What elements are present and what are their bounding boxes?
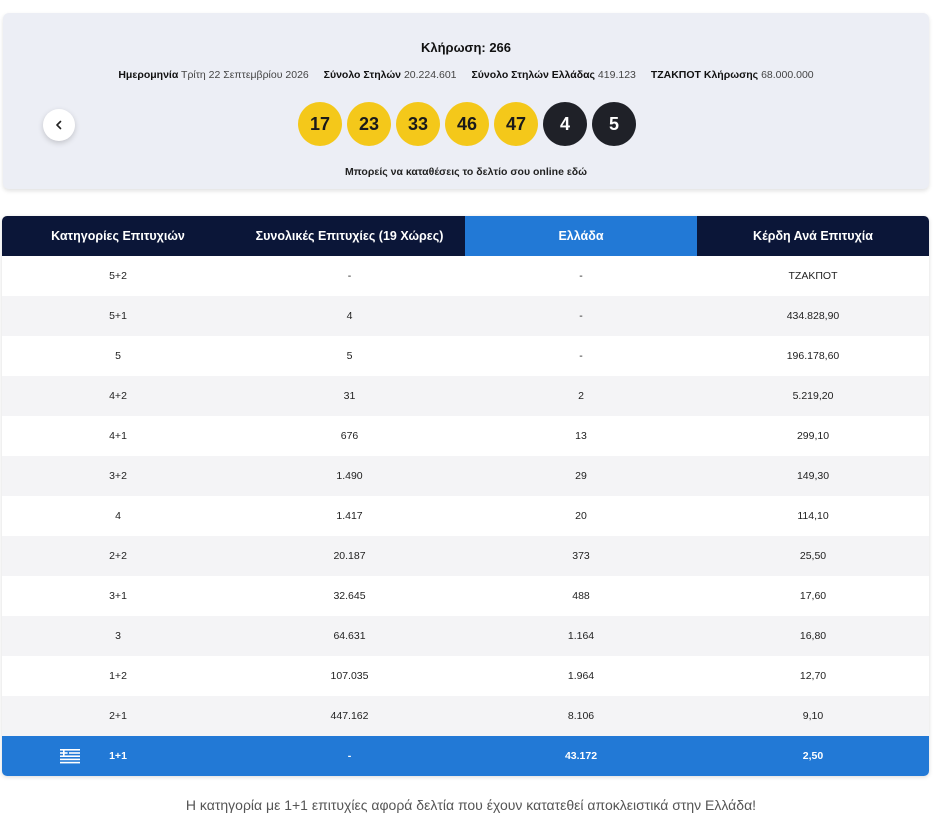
- table-row: 1+2 107.035 1.964 12,70: [2, 656, 929, 696]
- table-row: 2+2 20.187 373 25,50: [2, 536, 929, 576]
- cell-category: 5+1: [109, 310, 127, 322]
- cell-category: 3+1: [109, 590, 127, 602]
- cell-prize: 2,50: [802, 750, 824, 762]
- cell-prize: 25,50: [799, 550, 827, 562]
- cell-category: 5+2: [109, 270, 127, 282]
- star-number-ball: 5: [592, 102, 636, 146]
- cell-category: 2+2: [109, 550, 127, 562]
- main-number-ball: 33: [396, 102, 440, 146]
- cell-category: 4: [115, 510, 121, 522]
- cell-prize: ΤΖΑΚΠΟΤ: [788, 270, 838, 282]
- table-row: 2+1 447.162 8.106 9,10: [2, 696, 929, 736]
- cell-prize: 9,10: [802, 710, 824, 722]
- cell-prize: 114,10: [797, 510, 829, 522]
- chevron-left-icon: [56, 120, 62, 130]
- online-bet-link[interactable]: Μπορείς να καταθέσεις το δελτίο σου onli…: [3, 166, 929, 178]
- results-table: Κατηγορίες Επιτυχιών Συνολικές Επιτυχίες…: [2, 216, 929, 776]
- cell-total: 107.035: [330, 670, 369, 682]
- cell-greece: 8.106: [567, 710, 595, 722]
- table-row: 4+1 676 13 299,10: [2, 416, 929, 456]
- draw-card: Κλήρωση: 266 Ημερομηνία Τρίτη 22 Σεπτεμβ…: [3, 13, 929, 189]
- cell-category: 4+1: [109, 430, 127, 442]
- cell-total: 676: [340, 430, 359, 442]
- cell-prize: 299,10: [796, 430, 830, 442]
- meta-greece-columns: Σύνολο Στηλών Ελλάδας 419.123: [471, 69, 636, 81]
- greece-only-row: 1+1 - 43.172 2,50: [2, 736, 929, 776]
- cell-category: 1+1: [109, 750, 127, 762]
- cell-prize: 149,30: [796, 470, 830, 482]
- cell-total: 20.187: [333, 550, 366, 562]
- meta-jackpot: ΤΖΑΚΠΟΤ Κλήρωσης 68.000.000: [650, 69, 814, 81]
- cell-greece: -: [579, 270, 583, 282]
- cell-greece: 1.164: [567, 630, 595, 642]
- cell-greece: 488: [572, 590, 590, 602]
- main-number-ball: 47: [494, 102, 538, 146]
- cell-total: 64.631: [333, 630, 366, 642]
- table-body: 5+2 - - ΤΖΑΚΠΟΤ 5+1 4 - 434.828,90 5 5 - 196.178,60…: [2, 256, 929, 736]
- table-row: 3 64.631 1.164 16,80: [2, 616, 929, 656]
- cell-total: -: [347, 270, 352, 282]
- cell-total: 447.162: [330, 710, 369, 722]
- table-row: 3+2 1.490 29 149,30: [2, 456, 929, 496]
- cell-total: 4: [346, 310, 353, 322]
- cell-greece: -: [579, 310, 583, 322]
- meta-total-columns: Σύνολο Στηλών 20.224.601: [323, 69, 457, 81]
- cell-prize: 196.178,60: [786, 350, 840, 362]
- meta-date: Ημερομηνία Τρίτη 22 Σεπτεμβρίου 2026: [118, 69, 309, 81]
- table-row: 5+1 4 - 434.828,90: [2, 296, 929, 336]
- cell-total: -: [347, 750, 352, 762]
- cell-greece: 29: [575, 470, 587, 482]
- table-row: 3+1 32.645 488 17,60: [2, 576, 929, 616]
- draw-meta: Ημερομηνία Τρίτη 22 Σεπτεμβρίου 2026 Σύν…: [3, 69, 929, 81]
- main-number-ball: 23: [347, 102, 391, 146]
- cell-total: 1.417: [336, 510, 363, 522]
- greek-flag-icon: [60, 749, 80, 764]
- header-total-winners: Συνολικές Επιτυχίες (19 Χώρες): [234, 216, 465, 256]
- cell-total: 31: [343, 390, 356, 402]
- cell-category: 2+1: [109, 710, 127, 722]
- table-row: 4+2 31 2 5.219,20: [2, 376, 929, 416]
- main-number-ball: 46: [445, 102, 489, 146]
- table-row: 5+2 - - ΤΖΑΚΠΟΤ: [2, 256, 929, 296]
- header-prize-per-winner: Κέρδη Ανά Επιτυχία: [697, 216, 929, 256]
- cell-category: 5: [115, 350, 121, 362]
- cell-greece: -: [579, 350, 583, 362]
- cell-prize: 434.828,90: [786, 310, 840, 322]
- star-number-ball: 4: [543, 102, 587, 146]
- winning-numbers: 17 23 33 46 47 4 5: [298, 102, 636, 146]
- cell-category: 1+2: [109, 670, 127, 682]
- cell-greece: 13: [575, 430, 587, 442]
- cell-prize: 5.219,20: [792, 390, 834, 402]
- cell-greece: 373: [572, 550, 590, 562]
- cell-greece: 1.964: [567, 670, 595, 682]
- draw-title: Κλήρωση: 266: [420, 40, 512, 55]
- table-row: 4 1.417 20 114,10: [2, 496, 929, 536]
- cell-category: 3+2: [109, 470, 127, 482]
- cell-greece: 20: [575, 510, 587, 522]
- cell-total: 32.645: [333, 590, 366, 602]
- cell-prize: 17,60: [799, 590, 827, 602]
- table-row: 5 5 - 196.178,60: [2, 336, 929, 376]
- previous-draw-button[interactable]: [43, 109, 75, 141]
- cell-greece: 2: [578, 390, 584, 402]
- header-greece: Ελλάδα: [465, 216, 697, 256]
- cell-category: 4+2: [109, 390, 127, 402]
- cell-greece: 43.172: [564, 750, 598, 762]
- table-header: Κατηγορίες Επιτυχιών Συνολικές Επιτυχίες…: [2, 216, 929, 256]
- footnote: Η κατηγορία με 1+1 επιτυχίες αφορά δελτί…: [185, 797, 757, 813]
- cell-prize: 16,80: [799, 630, 827, 642]
- cell-prize: 12,70: [799, 670, 827, 682]
- cell-total: 5: [346, 350, 353, 362]
- header-categories: Κατηγορίες Επιτυχιών: [2, 216, 234, 256]
- cell-total: 1.490: [336, 470, 363, 482]
- main-number-ball: 17: [298, 102, 342, 146]
- cell-category: 3: [115, 630, 121, 642]
